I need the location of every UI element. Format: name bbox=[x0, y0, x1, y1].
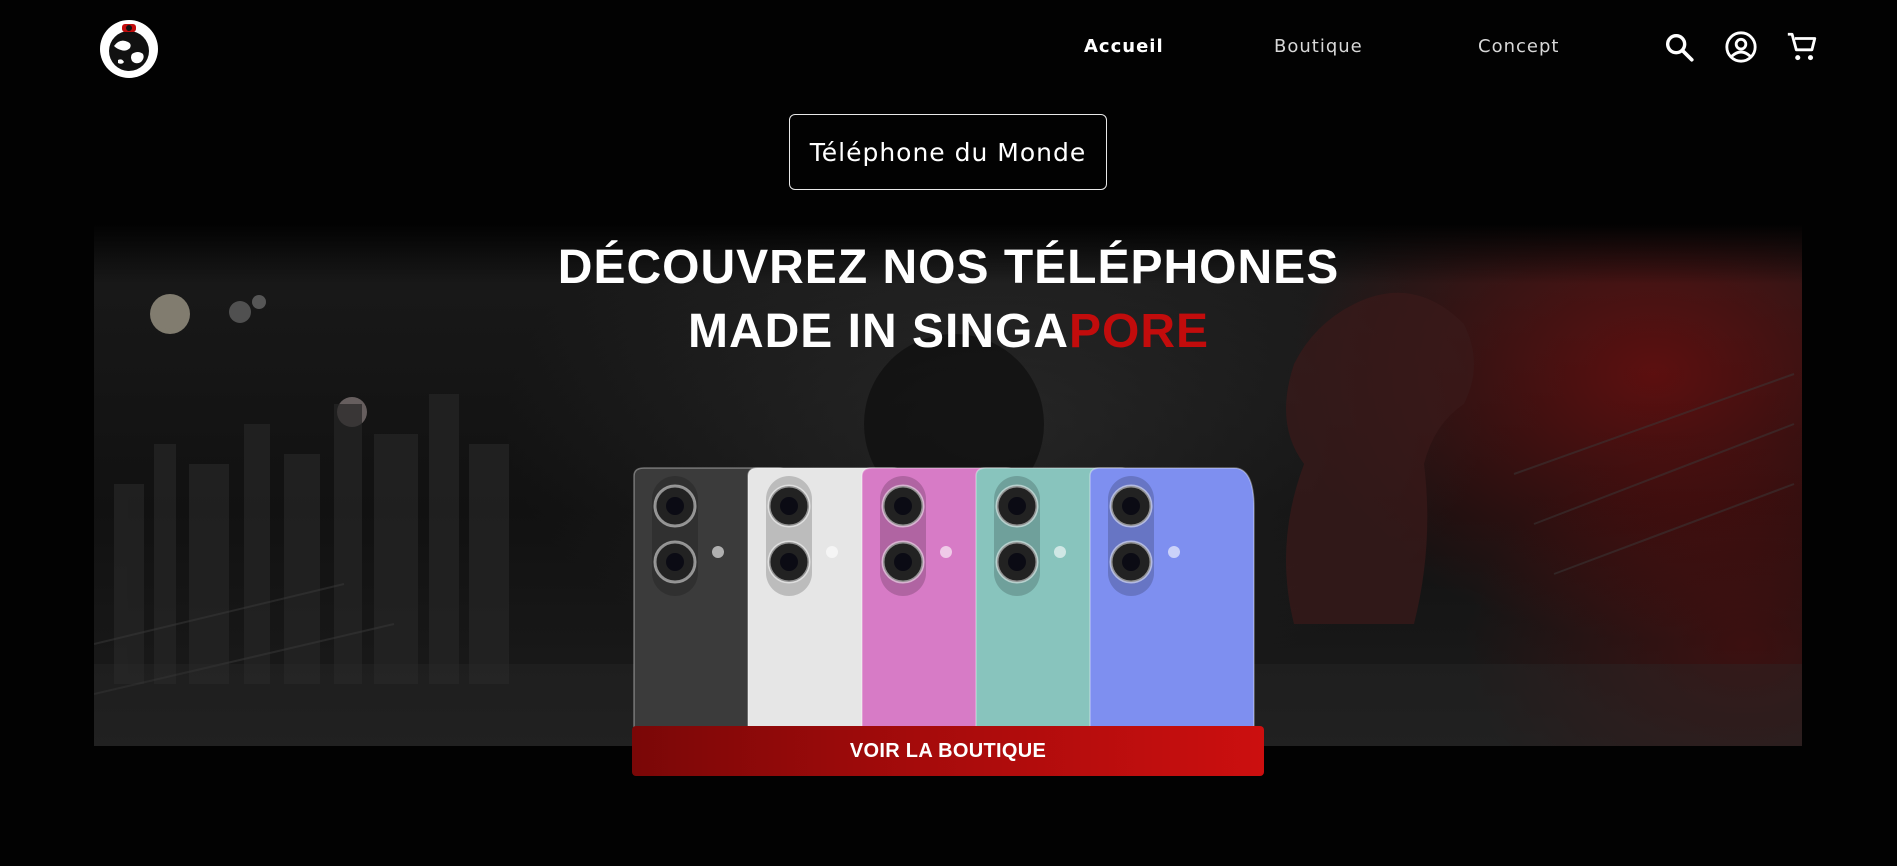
hero-headline: DÉCOUVREZ NOS TÉLÉPHONES MADE IN SINGAPO… bbox=[0, 236, 1897, 364]
phone-5 bbox=[1089, 467, 1255, 746]
nav-accueil[interactable]: Accueil bbox=[1084, 36, 1164, 57]
phones-product-image bbox=[633, 467, 1255, 746]
account-icon[interactable] bbox=[1724, 30, 1758, 64]
nav-boutique[interactable]: Boutique bbox=[1274, 36, 1363, 57]
cta-label: VOIR LA BOUTIQUE bbox=[849, 739, 1047, 762]
brand-name: Téléphone du Monde bbox=[809, 137, 1087, 167]
globe-logo-icon bbox=[102, 22, 156, 76]
page: Accueil Boutique Concept Téléphone du Mo… bbox=[0, 0, 1897, 866]
search-icon[interactable] bbox=[1662, 30, 1696, 64]
headline-line-1: DÉCOUVREZ NOS TÉLÉPHONES bbox=[557, 241, 1340, 294]
headline-line-2-prefix: MADE IN SINGA bbox=[687, 305, 1069, 358]
headline-line-2-accent: PORE bbox=[1068, 305, 1210, 358]
brand-name-box: Téléphone du Monde bbox=[789, 114, 1107, 190]
cart-icon[interactable] bbox=[1785, 30, 1819, 64]
voir-la-boutique-button[interactable]: VOIR LA BOUTIQUE bbox=[632, 726, 1264, 776]
brand-logo[interactable] bbox=[100, 20, 158, 78]
nav-concept[interactable]: Concept bbox=[1478, 36, 1559, 57]
headline-line-2: MADE IN SINGAPORE bbox=[0, 300, 1897, 364]
